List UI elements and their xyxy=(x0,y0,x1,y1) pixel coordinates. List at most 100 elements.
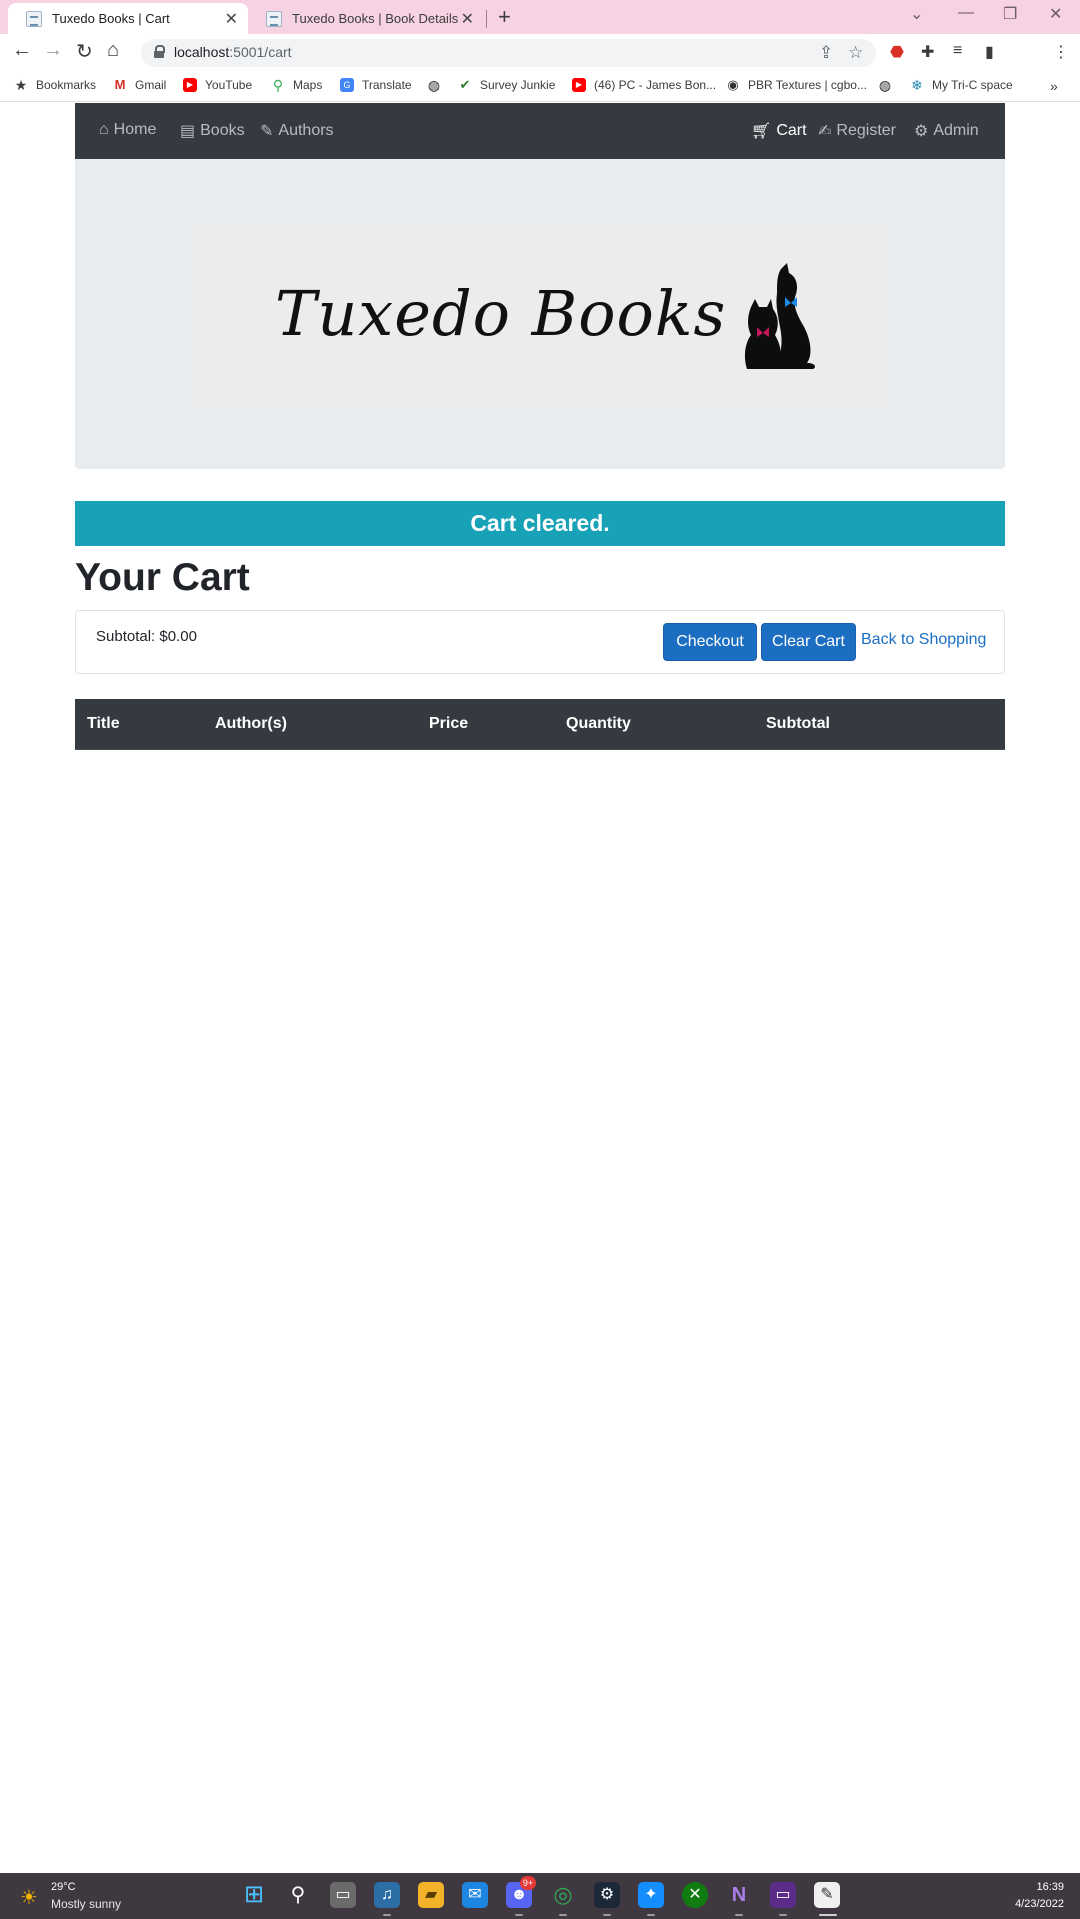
browser-toolbar: ← → ↻ ⌂ localhost:5001/cart ⇪ ☆ ⬣ ✚ ≡ ▮ … xyxy=(0,34,1080,96)
tab-book-details[interactable]: Tuxedo Books | Book Details ✕ xyxy=(248,3,484,34)
chrome-icon[interactable]: ◎ xyxy=(550,1882,576,1908)
bookmark-maps[interactable]: ⚲ Maps xyxy=(271,78,322,92)
active-indicator xyxy=(819,1914,837,1916)
side-panel-icon[interactable]: ▮ xyxy=(985,42,994,62)
bookmark-youtube-video[interactable]: ▶ (46) PC - James Bon... xyxy=(572,78,716,92)
site-navbar: ⌂ Home ▤ Books ✎ Authors 🛒︎ Cart ✍ Register ⚙… xyxy=(75,103,1005,159)
tab-cart[interactable]: Tuxedo Books | Cart ✕ xyxy=(8,3,248,34)
tab-title: Tuxedo Books | Cart xyxy=(52,11,170,26)
terminal-icon[interactable]: ▭ xyxy=(770,1882,796,1908)
audio-app-icon[interactable]: ♫ xyxy=(374,1882,400,1908)
task-view-icon[interactable]: ▭ xyxy=(330,1882,356,1908)
column-header-quantity: Quantity xyxy=(554,699,754,750)
reload-icon[interactable]: ↻ xyxy=(76,39,93,64)
file-explorer-icon[interactable]: ▰ xyxy=(418,1882,444,1908)
mail-icon[interactable]: ✉ xyxy=(462,1882,488,1908)
steam-icon[interactable]: ⚙ xyxy=(594,1882,620,1908)
cart-table-header: Title Author(s) Price Quantity Subtotal xyxy=(75,699,1005,750)
back-to-shopping-link[interactable]: Back to Shopping xyxy=(861,631,986,649)
bookmark-youtube[interactable]: ▶ YouTube xyxy=(183,78,252,92)
nav-cart[interactable]: 🛒︎ Cart xyxy=(751,121,807,141)
page-favicon-icon xyxy=(26,10,42,27)
home-icon: ⌂ xyxy=(99,121,109,138)
search-icon[interactable]: ⚲ xyxy=(285,1882,311,1908)
browser-tab-strip: Tuxedo Books | Cart ✕ Tuxedo Books | Boo… xyxy=(0,0,1080,34)
new-tab-button[interactable]: + xyxy=(498,4,511,30)
bookmark-bookmarks[interactable]: ★ Bookmarks xyxy=(14,78,96,92)
media-queue-icon[interactable]: ≡ xyxy=(953,42,962,60)
column-header-title: Title xyxy=(75,699,203,750)
bookmark-gmail[interactable]: M Gmail xyxy=(113,77,167,93)
tab-search-chevron-icon[interactable]: ⌄ xyxy=(910,4,923,24)
notification-badge: 9+ xyxy=(520,1876,536,1890)
gear-icon: ⚙ xyxy=(914,123,929,140)
edit-icon: ✍ xyxy=(818,123,832,140)
bookmark-translate[interactable]: G Translate xyxy=(340,78,412,92)
bookmark-globe[interactable]: ◍ xyxy=(427,78,449,92)
nav-admin[interactable]: ⚙ Admin xyxy=(914,121,979,141)
bookmarks-bar: ★ Bookmarks M Gmail ▶ YouTube ⚲ Maps G Transl… xyxy=(0,71,1080,102)
star-icon: ★ xyxy=(14,77,28,93)
logo-text: Tuxedo Books xyxy=(275,277,727,350)
page-title: Your Cart xyxy=(75,556,250,599)
home-icon[interactable]: ⌂ xyxy=(107,39,119,62)
maps-icon: ⚲ xyxy=(272,77,284,93)
bookmark-pbr-textures[interactable]: ◉ PBR Textures | cgbo... xyxy=(726,78,867,93)
adblock-extension-icon[interactable]: ⬣ xyxy=(890,42,904,62)
forward-arrow-icon[interactable]: → xyxy=(43,39,63,62)
bookmark-tri-c[interactable]: ❄ My Tri-C space xyxy=(910,78,1013,92)
column-header-subtotal: Subtotal xyxy=(754,699,1005,750)
weather-description[interactable]: Mostly sunny xyxy=(51,1897,121,1911)
running-indicator xyxy=(779,1914,787,1916)
running-indicator xyxy=(559,1914,567,1916)
back-arrow-icon[interactable]: ← xyxy=(12,39,32,62)
battlenet-icon[interactable]: ✦ xyxy=(638,1882,664,1908)
active-app-icon[interactable]: ✎ xyxy=(814,1882,840,1908)
nav-register[interactable]: ✍ Register xyxy=(818,121,896,141)
close-tab-icon[interactable]: ✕ xyxy=(225,9,238,29)
checkout-button[interactable]: Checkout xyxy=(663,623,757,661)
cart-summary-card: Subtotal: $0.00 Checkout Clear Cart Back… xyxy=(75,610,1005,674)
more-bookmarks-chevron-icon[interactable]: » xyxy=(1050,78,1058,94)
nav-home[interactable]: ⌂ Home xyxy=(99,121,156,139)
close-window-icon[interactable]: ✕ xyxy=(1049,4,1062,24)
extensions-puzzle-icon[interactable]: ✚ xyxy=(921,42,934,62)
weather-temperature[interactable]: 29°C xyxy=(51,1881,76,1893)
book-icon: ▤ xyxy=(180,123,196,140)
running-indicator xyxy=(647,1914,655,1916)
nav-authors[interactable]: ✎ Authors xyxy=(260,121,334,141)
windows-start-icon[interactable]: ⊞ xyxy=(241,1882,267,1908)
url-text: localhost:5001/cart xyxy=(174,44,292,60)
cart-icon: 🛒︎ xyxy=(751,123,772,140)
address-bar[interactable]: localhost:5001/cart ⇪ ☆ xyxy=(141,39,876,67)
running-indicator xyxy=(383,1914,391,1916)
hero-banner: Tuxedo Books xyxy=(75,159,1005,469)
globe-icon: ◍ xyxy=(427,77,441,93)
clear-cart-button[interactable]: Clear Cart xyxy=(761,623,856,661)
restore-window-icon[interactable]: ❐ xyxy=(1003,4,1017,24)
translate-icon: G xyxy=(340,78,354,92)
cart-cleared-alert: Cart cleared. xyxy=(75,501,1005,546)
running-indicator xyxy=(735,1914,743,1916)
nav-books[interactable]: ▤ Books xyxy=(180,121,245,141)
weather-sun-icon[interactable]: ☀ xyxy=(20,1885,38,1910)
globe-icon: ◍ xyxy=(878,77,892,93)
bookmark-survey-junkie[interactable]: ✔ Survey Junkie xyxy=(458,77,556,93)
site-logo: Tuxedo Books xyxy=(189,221,889,404)
clock-time[interactable]: 16:39 xyxy=(1036,1881,1064,1893)
xbox-icon[interactable]: ✕ xyxy=(682,1882,708,1908)
clock-date[interactable]: 4/23/2022 xyxy=(1015,1898,1064,1910)
browser-menu-icon[interactable]: ⋮ xyxy=(1053,42,1069,62)
bookmark-star-icon[interactable]: ☆ xyxy=(848,43,863,63)
gmail-icon: M xyxy=(114,77,126,92)
tab-title: Tuxedo Books | Book Details xyxy=(292,11,459,26)
lock-icon xyxy=(154,45,165,58)
column-header-price: Price xyxy=(417,699,554,750)
close-tab-icon[interactable]: ✕ xyxy=(461,9,474,29)
feather-icon: ✎ xyxy=(260,123,274,140)
share-icon[interactable]: ⇪ xyxy=(819,43,833,63)
visual-studio-icon[interactable]: N xyxy=(726,1882,752,1908)
minimize-window-icon[interactable]: — xyxy=(958,4,974,22)
bookmark-globe-2[interactable]: ◍ xyxy=(878,78,900,92)
check-icon: ✔ xyxy=(459,77,471,92)
